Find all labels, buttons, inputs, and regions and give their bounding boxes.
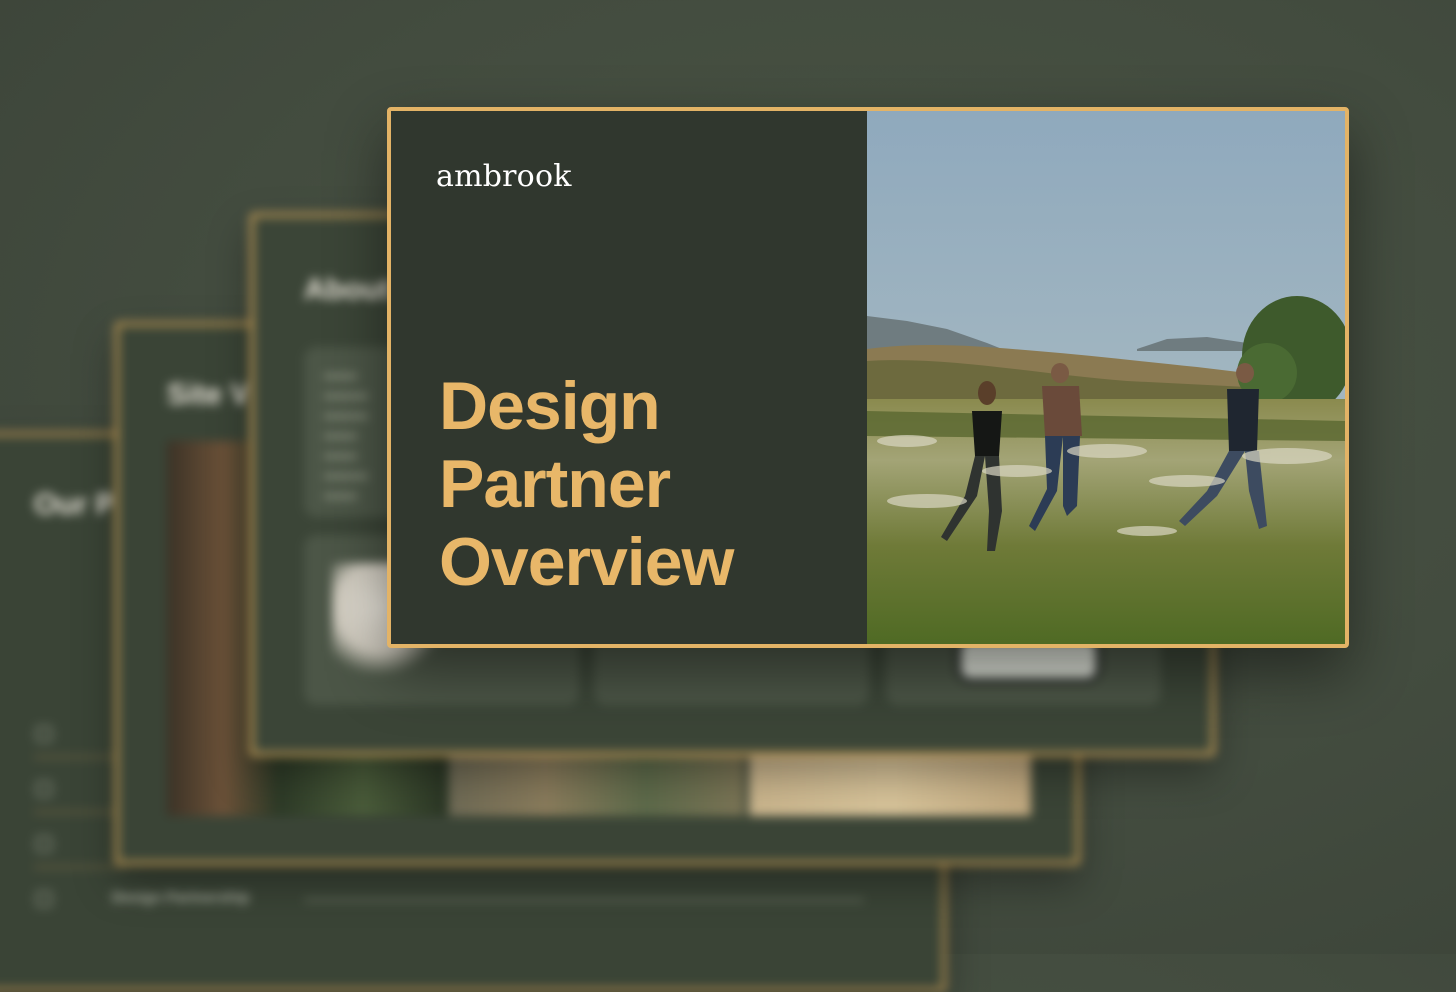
headline-line-3: Overview — [439, 524, 734, 600]
slide-2-title: About — [304, 273, 391, 306]
slide-4-title: Our P — [34, 488, 116, 521]
row-icon — [36, 836, 52, 852]
site-photo-3 — [749, 746, 1031, 816]
ambrook-logo: ambrook — [436, 159, 572, 194]
row-divider — [34, 811, 124, 813]
field-photo-icon — [867, 111, 1345, 644]
cover-photo-panel — [867, 111, 1345, 644]
cover-text-panel: ambrook Design Partner Overview — [391, 111, 867, 644]
row-icon — [36, 891, 52, 907]
row-label: Design Partnership — [112, 889, 250, 906]
site-photo-2 — [449, 746, 744, 816]
blurred-text-block: ▬▬▬ ▬▬▬▬ ▬▬▬▬ ▬▬▬ ▬▬▬ ▬▬▬▬ ▬▬▬ — [324, 369, 368, 501]
row-divider — [34, 756, 124, 758]
row-icon — [36, 726, 52, 742]
headline-line-1: Design — [439, 368, 661, 444]
row-divider — [34, 866, 124, 868]
headline-line-2: Partner — [439, 446, 671, 522]
row-description-placeholder — [304, 898, 864, 902]
row-icon — [36, 781, 52, 797]
cover-slide: ambrook Design Partner Overview — [387, 107, 1349, 648]
cover-headline: Design Partner Overview — [439, 367, 734, 601]
slide-3-title: Site V — [167, 378, 251, 411]
